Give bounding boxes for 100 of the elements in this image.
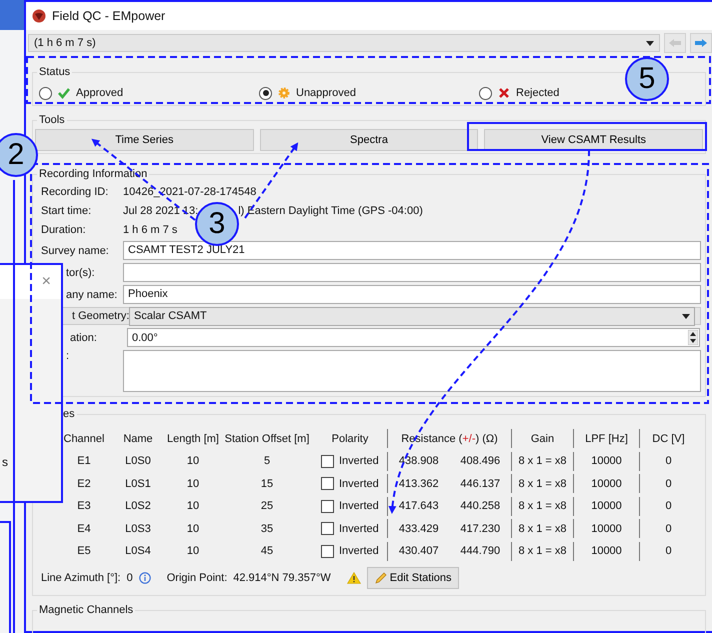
table-cell: E5: [77, 545, 91, 557]
text-field[interactable]: CSAMT TEST2 JULY21: [123, 241, 701, 260]
table-cell: 8 x 1 = x8: [518, 522, 566, 534]
radio-label: Approved: [76, 87, 124, 99]
group-title: Status: [37, 66, 72, 78]
warning-icon: [346, 572, 361, 584]
table-cell: 0: [665, 522, 672, 534]
table-cell: 10000: [591, 522, 622, 534]
field-value: 1 h 6 m 7 s: [123, 224, 178, 236]
text-field[interactable]: Phoenix: [123, 285, 701, 304]
table-cell: 0: [665, 500, 672, 512]
field-label: any name:: [66, 288, 118, 300]
table-cell: 15: [260, 478, 274, 490]
table-cell: E4: [77, 522, 91, 534]
table-cell: L0S1: [125, 478, 151, 490]
table-cell: 444.790: [460, 545, 500, 557]
field-label: Start time:: [41, 204, 92, 216]
table-cell: 0: [665, 455, 672, 467]
radio-button[interactable]: [39, 86, 52, 100]
table-cell: 10000: [591, 478, 622, 490]
tool-button[interactable]: View CSAMT Results: [484, 129, 704, 151]
close-button[interactable]: ×: [42, 273, 51, 291]
column-header: Gain: [530, 432, 556, 444]
table-cell: 10: [186, 545, 200, 557]
table-cell: 430.407: [398, 545, 439, 557]
caret-icon: [682, 314, 690, 318]
table-cell: E3: [77, 500, 91, 512]
azimuth-label: Line Azimuth [°]:: [41, 572, 121, 584]
spin-field[interactable]: 0.00°: [127, 328, 700, 347]
radio-label: Rejected: [516, 87, 560, 99]
recording-dropdown[interactable]: (1 h 6 m 7 s): [28, 34, 660, 52]
table-cell: L0S0: [125, 455, 151, 467]
checkbox[interactable]: [321, 454, 334, 468]
column-header: DC [V]: [651, 432, 686, 444]
table-cell: 8 x 1 = x8: [518, 545, 566, 557]
radio-button[interactable]: [479, 86, 492, 100]
table-cell: 417.643: [398, 500, 439, 512]
table-cell: 446.137: [460, 478, 500, 490]
table-cell: 408.496: [460, 455, 500, 467]
checkbox-label: Inverted: [339, 500, 379, 512]
text-field[interactable]: [123, 263, 701, 282]
origin-value: 42.914°N 79.357°W: [233, 572, 331, 584]
cross-icon: [498, 87, 510, 99]
checkbox[interactable]: [321, 477, 334, 490]
field-label: t Geometry:: [72, 310, 130, 322]
table-cell: 10000: [591, 455, 622, 467]
gear-icon: [278, 87, 290, 99]
table-cell: 10: [186, 478, 200, 490]
checkbox-label: Inverted: [339, 522, 379, 534]
spin-arrows-icon[interactable]: [688, 330, 698, 345]
table-cell: E1: [77, 455, 91, 467]
table-cell: 0: [665, 478, 672, 490]
table-cell: 0: [665, 545, 672, 557]
group-title: Magnetic Channels: [37, 604, 136, 616]
column-header: Station Offset [m]: [224, 432, 310, 444]
table-cell: 45: [260, 545, 274, 557]
field-label: Duration:: [41, 224, 87, 236]
info-icon[interactable]: [138, 572, 151, 584]
column-header: Polarity: [330, 432, 370, 444]
tool-button[interactable]: Time Series: [35, 129, 254, 151]
table-cell: L0S3: [125, 522, 151, 534]
group-title: Tools: [37, 114, 67, 126]
checkbox[interactable]: [321, 544, 334, 558]
field-value: l) Eastern Daylight Time (GPS -04:00): [238, 204, 423, 216]
caret-icon: [646, 40, 654, 46]
table-cell: 10: [186, 500, 200, 512]
field-label: Recording ID:: [41, 186, 110, 198]
table-cell: L0S2: [125, 500, 151, 512]
notes-field[interactable]: [123, 350, 701, 392]
app-logo-icon: [32, 9, 46, 23]
checkbox[interactable]: [321, 522, 334, 535]
field-value: 10426_2021-07-28-174548: [123, 186, 256, 198]
radio-button[interactable]: [259, 86, 272, 100]
checkbox-label: Inverted: [339, 455, 379, 467]
table-cell: 438.908: [398, 455, 439, 467]
edit-stations-button[interactable]: Edit Stations: [366, 566, 459, 588]
group-title: Recording Information: [37, 168, 150, 180]
checkbox-label: Inverted: [339, 545, 379, 557]
origin-label: Origin Point:: [166, 572, 228, 584]
table-cell: 25: [260, 500, 274, 512]
tool-button[interactable]: Spectra: [260, 129, 478, 151]
column-header: LPF [Hz]: [584, 432, 629, 444]
field-label: ation:: [70, 332, 97, 344]
geometry-dropdown[interactable]: Scalar CSAMT: [129, 306, 695, 326]
desktop-background: [0, 0, 24, 30]
table-cell: 10000: [591, 500, 622, 512]
check-icon: [58, 87, 70, 99]
column-header: Channel: [62, 432, 106, 444]
table-cell: 433.429: [398, 522, 439, 534]
azimuth-value: 0: [126, 572, 133, 584]
column-header: Name: [122, 432, 154, 444]
table-cell: 10000: [591, 545, 622, 557]
field-label: tor(s):: [66, 266, 95, 278]
checkbox[interactable]: [321, 500, 334, 512]
column-header: Length [m]: [166, 432, 220, 444]
radio-label: Unapproved: [296, 87, 356, 99]
table-cell: 8 x 1 = x8: [518, 455, 566, 467]
checkbox-label: Inverted: [339, 478, 379, 490]
table-cell: 5: [264, 455, 270, 467]
table-cell: 417.230: [460, 522, 500, 534]
